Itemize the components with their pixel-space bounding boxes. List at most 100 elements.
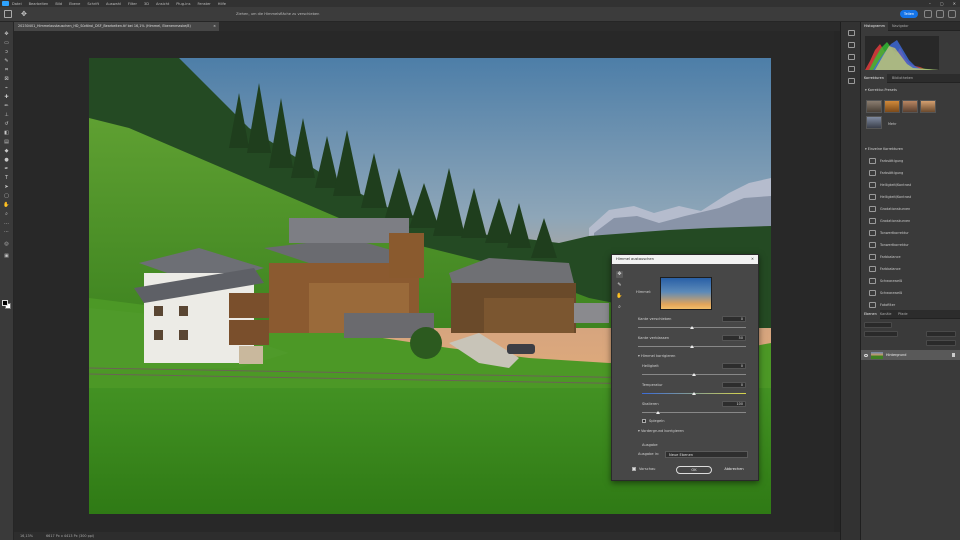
frame-icon[interactable]: ⊠ bbox=[3, 77, 10, 82]
zoom-icon[interactable]: ⌕ bbox=[3, 212, 10, 217]
adjustment-item[interactable]: Farbbalance bbox=[869, 265, 901, 273]
tab-channels[interactable]: Kanäle bbox=[877, 310, 895, 319]
presets-more-label[interactable]: Mehr bbox=[888, 122, 897, 126]
preset-thumb[interactable] bbox=[866, 100, 882, 113]
adjustment-item[interactable]: Helligkeit/Kontrast bbox=[869, 193, 911, 201]
stamp-icon[interactable]: ⊥ bbox=[3, 113, 10, 118]
brightness-value[interactable]: 0 bbox=[722, 363, 746, 369]
history-panel-icon[interactable] bbox=[848, 30, 855, 36]
eyedropper-icon[interactable]: ⌁ bbox=[3, 86, 10, 91]
adjustment-item[interactable]: Gradationskurven bbox=[869, 205, 910, 213]
temperature-value[interactable]: 0 bbox=[722, 382, 746, 388]
path-select-icon[interactable]: ➤ bbox=[3, 185, 10, 190]
move-tool-icon[interactable]: ✥ bbox=[21, 10, 27, 18]
layer-kind-filter[interactable] bbox=[864, 322, 892, 328]
dodge-icon[interactable]: ● bbox=[3, 158, 10, 163]
adjustment-item[interactable]: Tonwertkorrektur bbox=[869, 241, 909, 249]
adjustment-item[interactable]: Farbsättigung bbox=[869, 169, 903, 177]
ok-button[interactable]: OK bbox=[676, 466, 712, 474]
layer-row[interactable]: Hintergrund bbox=[861, 350, 960, 360]
close-icon[interactable]: ✕ bbox=[953, 1, 956, 6]
fade-edge-thumb[interactable] bbox=[690, 345, 694, 348]
menu-filter[interactable]: Filter bbox=[128, 2, 137, 6]
eye-icon[interactable] bbox=[864, 353, 868, 357]
preview-checkbox[interactable] bbox=[632, 467, 636, 471]
tab-navigator[interactable]: Navigator bbox=[889, 22, 912, 31]
type-icon[interactable]: T bbox=[3, 176, 10, 181]
menu-type[interactable]: Schrift bbox=[87, 2, 99, 6]
sky-move-tool-icon[interactable]: ✥ bbox=[616, 271, 623, 278]
home-icon[interactable] bbox=[4, 10, 12, 18]
minimize-icon[interactable]: – bbox=[929, 1, 931, 6]
single-adjustments-section[interactable]: ▾ Einzelne Korrekturen bbox=[865, 147, 903, 151]
adjustment-item[interactable]: Helligkeit/Kontrast bbox=[869, 181, 911, 189]
search-icon[interactable] bbox=[924, 10, 932, 18]
adjustment-item[interactable]: Farbbalance bbox=[869, 253, 901, 261]
fill-field[interactable] bbox=[926, 340, 956, 346]
dialog-titlebar[interactable]: Himmel austauschen ✕ bbox=[612, 255, 758, 264]
presets-section[interactable]: ▾ Korrektur-Presets bbox=[865, 88, 897, 92]
share-button[interactable]: Teilen bbox=[900, 10, 918, 18]
blur-icon[interactable]: ◆ bbox=[3, 149, 10, 154]
tab-close-icon[interactable]: × bbox=[213, 22, 216, 31]
tab-libraries[interactable]: Bibliotheken bbox=[889, 74, 916, 83]
shift-edge-value[interactable]: 0 bbox=[722, 316, 746, 322]
menu-help[interactable]: Hilfe bbox=[218, 2, 226, 6]
eraser-icon[interactable]: ◧ bbox=[3, 131, 10, 136]
menu-select[interactable]: Auswahl bbox=[106, 2, 121, 6]
preset-thumb[interactable] bbox=[902, 100, 918, 113]
tab-paths[interactable]: Pfade bbox=[895, 310, 911, 319]
quick-select-icon[interactable]: ✎ bbox=[3, 59, 10, 64]
adjustment-item[interactable]: Schwarzweiß bbox=[869, 289, 902, 297]
menu-3d[interactable]: 3D bbox=[144, 2, 149, 6]
foreground-section-label[interactable]: ▾ Vordergrund korrigieren bbox=[638, 429, 684, 433]
adjustment-item[interactable]: Fotofilter bbox=[869, 301, 895, 309]
maximize-icon[interactable]: ▢ bbox=[940, 1, 944, 6]
healing-icon[interactable]: ✚ bbox=[3, 95, 10, 100]
zoom-tool-icon[interactable]: ⌕ bbox=[616, 304, 623, 311]
menu-file[interactable]: Datei bbox=[12, 2, 22, 6]
sky-preset-picker[interactable] bbox=[660, 277, 712, 310]
temperature-thumb[interactable] bbox=[692, 392, 696, 395]
menu-window[interactable]: Fenster bbox=[197, 2, 210, 6]
adjustment-item[interactable]: Tonwertkorrektur bbox=[869, 229, 909, 237]
adjustment-item[interactable]: Schwarzweiß bbox=[869, 277, 902, 285]
gradient-icon[interactable]: ▤ bbox=[3, 140, 10, 145]
scale-value[interactable]: 100 bbox=[722, 401, 746, 407]
shape-icon[interactable]: ▢ bbox=[3, 194, 10, 199]
scale-thumb[interactable] bbox=[656, 411, 660, 414]
move-icon[interactable]: ✥ bbox=[3, 32, 10, 37]
crop-icon[interactable]: ⌗ bbox=[3, 68, 10, 73]
hand-tool-icon[interactable]: ✋ bbox=[616, 293, 623, 300]
tab-histogram[interactable]: Histogramm bbox=[861, 22, 888, 31]
edit-toolbar-icon[interactable]: ⋯ bbox=[3, 230, 10, 235]
quick-mask-icon[interactable]: ◎ bbox=[3, 242, 10, 247]
output-to-select[interactable]: Neue Ebenen bbox=[665, 451, 748, 458]
brightness-thumb[interactable] bbox=[692, 373, 696, 376]
flip-checkbox[interactable] bbox=[642, 419, 646, 423]
dialog-close-icon[interactable]: ✕ bbox=[751, 255, 754, 264]
history-brush-icon[interactable]: ↺ bbox=[3, 122, 10, 127]
screen-mode-icon[interactable]: ▣ bbox=[3, 254, 10, 259]
info-panel-icon[interactable] bbox=[848, 66, 855, 72]
sky-brush-tool-icon[interactable]: ✎ bbox=[616, 282, 623, 289]
menu-view[interactable]: Ansicht bbox=[156, 2, 169, 6]
blend-mode-select[interactable] bbox=[864, 331, 898, 337]
color-panel-icon[interactable] bbox=[848, 78, 855, 84]
menu-layer[interactable]: Ebene bbox=[69, 2, 80, 6]
settings-icon[interactable] bbox=[948, 10, 956, 18]
actions-panel-icon[interactable] bbox=[848, 42, 855, 48]
pen-icon[interactable]: ✒ bbox=[3, 167, 10, 172]
more-tools-icon[interactable]: … bbox=[3, 221, 10, 226]
adjustment-item[interactable]: Gradationskurven bbox=[869, 217, 910, 225]
menu-plugins[interactable]: Plug-ins bbox=[176, 2, 190, 6]
lasso-icon[interactable]: ↄ bbox=[3, 50, 10, 55]
tab-adjustments[interactable]: Korrekturen bbox=[861, 74, 887, 83]
menu-edit[interactable]: Bearbeiten bbox=[29, 2, 49, 6]
workspace-icon[interactable] bbox=[936, 10, 944, 18]
foreground-color-swatch[interactable] bbox=[2, 300, 8, 306]
adjustment-item[interactable]: Farbsättigung bbox=[869, 157, 903, 165]
sky-adjust-section-label[interactable]: ▾ Himmel korrigieren bbox=[638, 354, 675, 358]
properties-panel-icon[interactable] bbox=[848, 54, 855, 60]
cancel-button[interactable]: Abbrechen bbox=[716, 466, 752, 474]
